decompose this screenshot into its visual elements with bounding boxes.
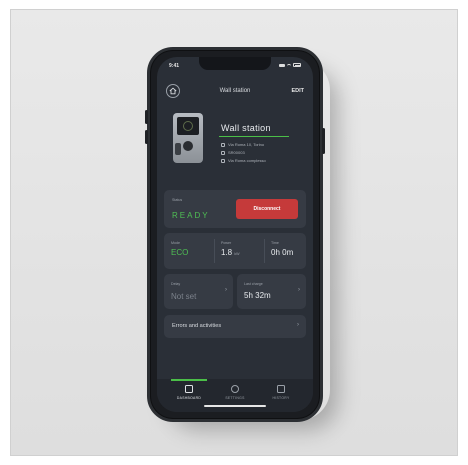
name-underline — [219, 136, 289, 137]
delay-card[interactable]: Delay Not set › — [164, 274, 233, 309]
page-title: Wall station — [219, 88, 251, 94]
status-value: READY — [172, 211, 210, 220]
station-place-row: Via Roma complesso — [221, 158, 266, 163]
station-name: Wall station — [221, 123, 271, 133]
delay-label: Delay — [171, 282, 181, 286]
tab-history[interactable]: HISTORY — [261, 385, 301, 400]
station-address: Via Roma 10, Torino — [228, 142, 265, 147]
app-header: Wall station EDIT — [157, 81, 313, 101]
settings-icon — [231, 385, 239, 393]
chevron-right-icon: › — [298, 287, 300, 293]
home-indicator — [204, 405, 266, 407]
location-icon — [221, 142, 225, 147]
serial-icon — [221, 150, 225, 155]
battery-icon — [293, 63, 301, 67]
errors-activities-label: Errors and activities — [172, 323, 222, 329]
station-serial: SR00003 — [228, 150, 245, 155]
metric-divider — [214, 239, 215, 263]
delay-value: Not set — [171, 292, 197, 301]
metrics-card: Mode ECO Power 1.8 kW Time 0h 0m — [164, 233, 306, 269]
chevron-right-icon: › — [225, 287, 227, 293]
signal-icon — [279, 63, 285, 67]
disconnect-button[interactable]: Disconnect — [236, 199, 298, 219]
power-label: Power — [221, 241, 232, 245]
power-value: 1.8 kW — [221, 248, 240, 257]
active-tab-indicator — [171, 379, 207, 381]
tab-settings[interactable]: SETTINGS — [215, 385, 255, 400]
status-label: Status — [172, 198, 183, 202]
edit-button[interactable]: EDIT — [291, 88, 304, 94]
last-charge-label: Last charge — [244, 282, 263, 286]
tab-dashboard-label: DASHBOARD — [176, 396, 202, 400]
tab-settings-label: SETTINGS — [225, 396, 245, 400]
status-card: Status READY Disconnect — [164, 190, 306, 228]
time-label: Time — [271, 241, 279, 245]
station-place: Via Roma complesso — [228, 158, 266, 163]
status-time: 9:41 — [169, 63, 180, 69]
history-icon — [277, 385, 285, 393]
phone-frame: 9:41 Wall station EDIT Wall station Via … — [145, 47, 325, 422]
volume-down-button — [145, 130, 148, 144]
mode-label: Mode — [171, 241, 180, 245]
tab-history-label: HISTORY — [272, 396, 290, 400]
power-button — [322, 128, 325, 154]
mode-value: ECO — [171, 248, 189, 257]
time-value: 0h 0m — [271, 248, 294, 257]
tag-icon — [221, 158, 225, 163]
volume-up-button — [145, 110, 148, 124]
metric-divider — [264, 239, 265, 263]
station-address-row: Via Roma 10, Torino — [221, 142, 264, 147]
dashboard-icon — [185, 385, 193, 393]
last-charge-card[interactable]: Last charge 5h 32m › — [237, 274, 306, 309]
station-serial-row: SR00003 — [221, 150, 245, 155]
status-icons — [279, 63, 301, 67]
notch — [199, 57, 271, 70]
app-screen: 9:41 Wall station EDIT Wall station Via … — [157, 57, 313, 412]
wall-station-image — [173, 113, 203, 163]
errors-activities-row[interactable]: Errors and activities › — [164, 315, 306, 338]
chevron-right-icon: › — [297, 322, 299, 328]
tab-dashboard[interactable]: DASHBOARD — [169, 385, 209, 400]
last-charge-value: 5h 32m — [244, 291, 271, 300]
bottom-tab-bar: DASHBOARD SETTINGS HISTORY — [157, 379, 313, 412]
wifi-icon — [287, 63, 291, 67]
